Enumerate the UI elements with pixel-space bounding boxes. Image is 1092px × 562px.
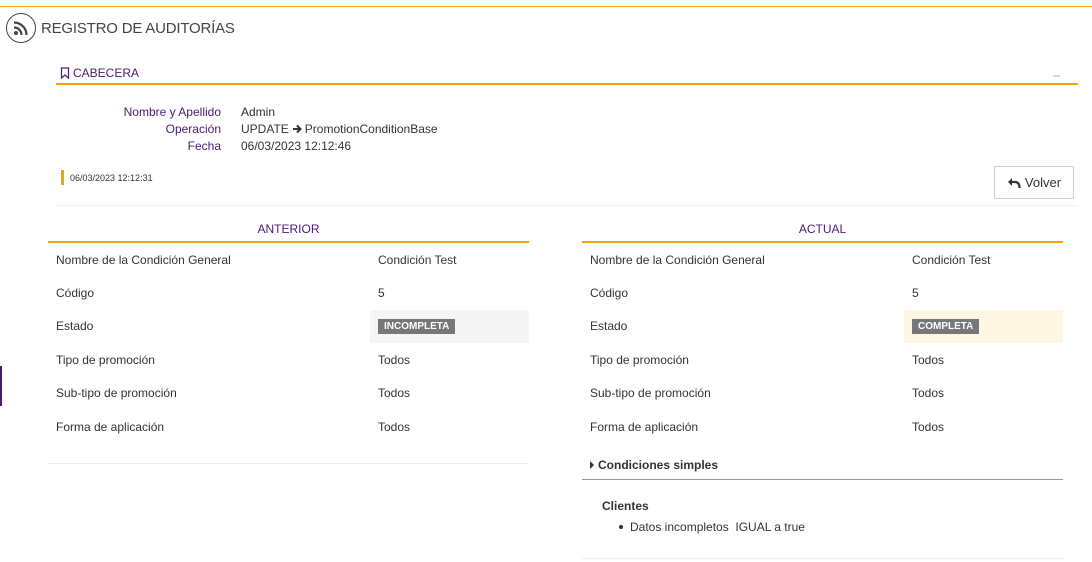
row-value: Todos bbox=[912, 419, 945, 434]
table-row: Sub-tipo de promoción Todos bbox=[582, 377, 1063, 410]
panel-title: ACTUAL bbox=[582, 218, 1063, 243]
divider bbox=[56, 205, 1078, 206]
row-key: Código bbox=[590, 286, 629, 301]
arrow-right-icon bbox=[292, 124, 302, 133]
table-row: Código 5 bbox=[48, 276, 529, 309]
panel-divider bbox=[48, 463, 529, 464]
row-key: Nombre de la Condición General bbox=[590, 252, 765, 267]
reply-arrow-icon bbox=[1007, 177, 1021, 188]
info-label: Fecha bbox=[187, 138, 221, 153]
row-value: Todos bbox=[912, 352, 945, 367]
row-value: 5 bbox=[378, 286, 385, 301]
collapse-toggle[interactable]: – bbox=[1053, 68, 1060, 82]
page-title: REGISTRO DE AUDITORÍAS bbox=[41, 19, 235, 37]
panel-actual: ACTUAL Nombre de la Condición General Co… bbox=[582, 218, 1063, 443]
table-row: Estado COMPLETA bbox=[582, 309, 1063, 344]
table-row: Forma de aplicación Todos bbox=[48, 410, 529, 443]
info-label: Nombre y Apellido bbox=[123, 104, 221, 119]
table-row: Sub-tipo de promoción Todos bbox=[48, 377, 529, 410]
row-value: Todos bbox=[378, 352, 411, 367]
info-row-user: Nombre y Apellido Admin bbox=[56, 103, 438, 120]
info-row-date: Fecha 06/03/2023 12:12:46 bbox=[56, 137, 438, 154]
table-row: Forma de aplicación Todos bbox=[582, 410, 1063, 443]
cabecera-section-header[interactable]: CABECERA – bbox=[56, 62, 1078, 85]
condition-list: Datos incompletos IGUAL a true bbox=[602, 520, 805, 534]
divider bbox=[582, 558, 1063, 559]
operation-type: UPDATE bbox=[241, 121, 289, 136]
table-row: Estado INCOMPLETA bbox=[48, 309, 529, 344]
row-key: Tipo de promoción bbox=[56, 352, 155, 367]
row-key: Estado bbox=[56, 319, 94, 334]
clientes-block: Clientes Datos incompletos IGUAL a true bbox=[602, 499, 805, 534]
row-value-changed: INCOMPLETA bbox=[370, 309, 529, 344]
row-key: Forma de aplicación bbox=[56, 419, 165, 434]
operation-value: UPDATE PromotionConditionBase bbox=[241, 122, 438, 136]
rss-icon bbox=[6, 13, 36, 43]
info-label: Operación bbox=[165, 121, 221, 136]
clientes-title: Clientes bbox=[602, 499, 649, 513]
section-title-text: CABECERA bbox=[73, 65, 140, 80]
caret-right-icon bbox=[590, 460, 594, 469]
page-header: REGISTRO DE AUDITORÍAS bbox=[6, 13, 235, 43]
row-key: Forma de aplicación bbox=[590, 419, 699, 434]
row-value: 5 bbox=[912, 286, 919, 301]
bookmark-icon bbox=[60, 66, 70, 79]
status-badge: INCOMPLETA bbox=[378, 318, 456, 334]
panel-anterior: ANTERIOR Nombre de la Condición General … bbox=[48, 218, 529, 464]
row-value: Todos bbox=[378, 419, 411, 434]
volver-label: Volver bbox=[1024, 175, 1062, 190]
top-divider bbox=[0, 6, 1092, 7]
row-value-changed: COMPLETA bbox=[904, 309, 1063, 344]
row-key: Nombre de la Condición General bbox=[56, 252, 231, 267]
left-edge-accent bbox=[0, 366, 2, 406]
panel-title: ANTERIOR bbox=[48, 218, 529, 243]
list-item: Datos incompletos IGUAL a true bbox=[619, 520, 805, 534]
row-key: Tipo de promoción bbox=[590, 352, 689, 367]
row-value: Todos bbox=[912, 386, 945, 401]
row-key: Sub-tipo de promoción bbox=[56, 386, 177, 401]
audit-info: Nombre y Apellido Admin Operación UPDATE… bbox=[56, 103, 438, 154]
table-row: Tipo de promoción Todos bbox=[48, 343, 529, 376]
condiciones-simples-toggle[interactable]: Condiciones simples bbox=[582, 450, 1063, 480]
row-key: Sub-tipo de promoción bbox=[590, 386, 711, 401]
row-key: Estado bbox=[590, 319, 628, 334]
timestamp-marker: 06/03/2023 12:12:31 bbox=[61, 170, 153, 185]
condiciones-simples-title: Condiciones simples bbox=[598, 457, 719, 472]
table-row: Tipo de promoción Todos bbox=[582, 343, 1063, 376]
condition-text: Datos incompletos IGUAL a true bbox=[630, 520, 805, 534]
row-value: Condición Test bbox=[912, 252, 991, 267]
table-row: Nombre de la Condición General Condición… bbox=[48, 243, 529, 276]
row-value: Todos bbox=[378, 386, 411, 401]
operation-target: PromotionConditionBase bbox=[304, 121, 438, 136]
info-value: 06/03/2023 12:12:46 bbox=[241, 138, 352, 153]
section-title: CABECERA bbox=[56, 66, 139, 80]
row-key: Código bbox=[56, 286, 95, 301]
status-badge: COMPLETA bbox=[912, 318, 980, 334]
volver-button[interactable]: Volver bbox=[994, 166, 1074, 199]
info-row-operation: Operación UPDATE PromotionConditionBase bbox=[56, 120, 438, 137]
row-value: Condición Test bbox=[378, 252, 457, 267]
info-value: Admin bbox=[241, 104, 276, 119]
table-row: Nombre de la Condición General Condición… bbox=[582, 243, 1063, 276]
table-row: Código 5 bbox=[582, 276, 1063, 309]
